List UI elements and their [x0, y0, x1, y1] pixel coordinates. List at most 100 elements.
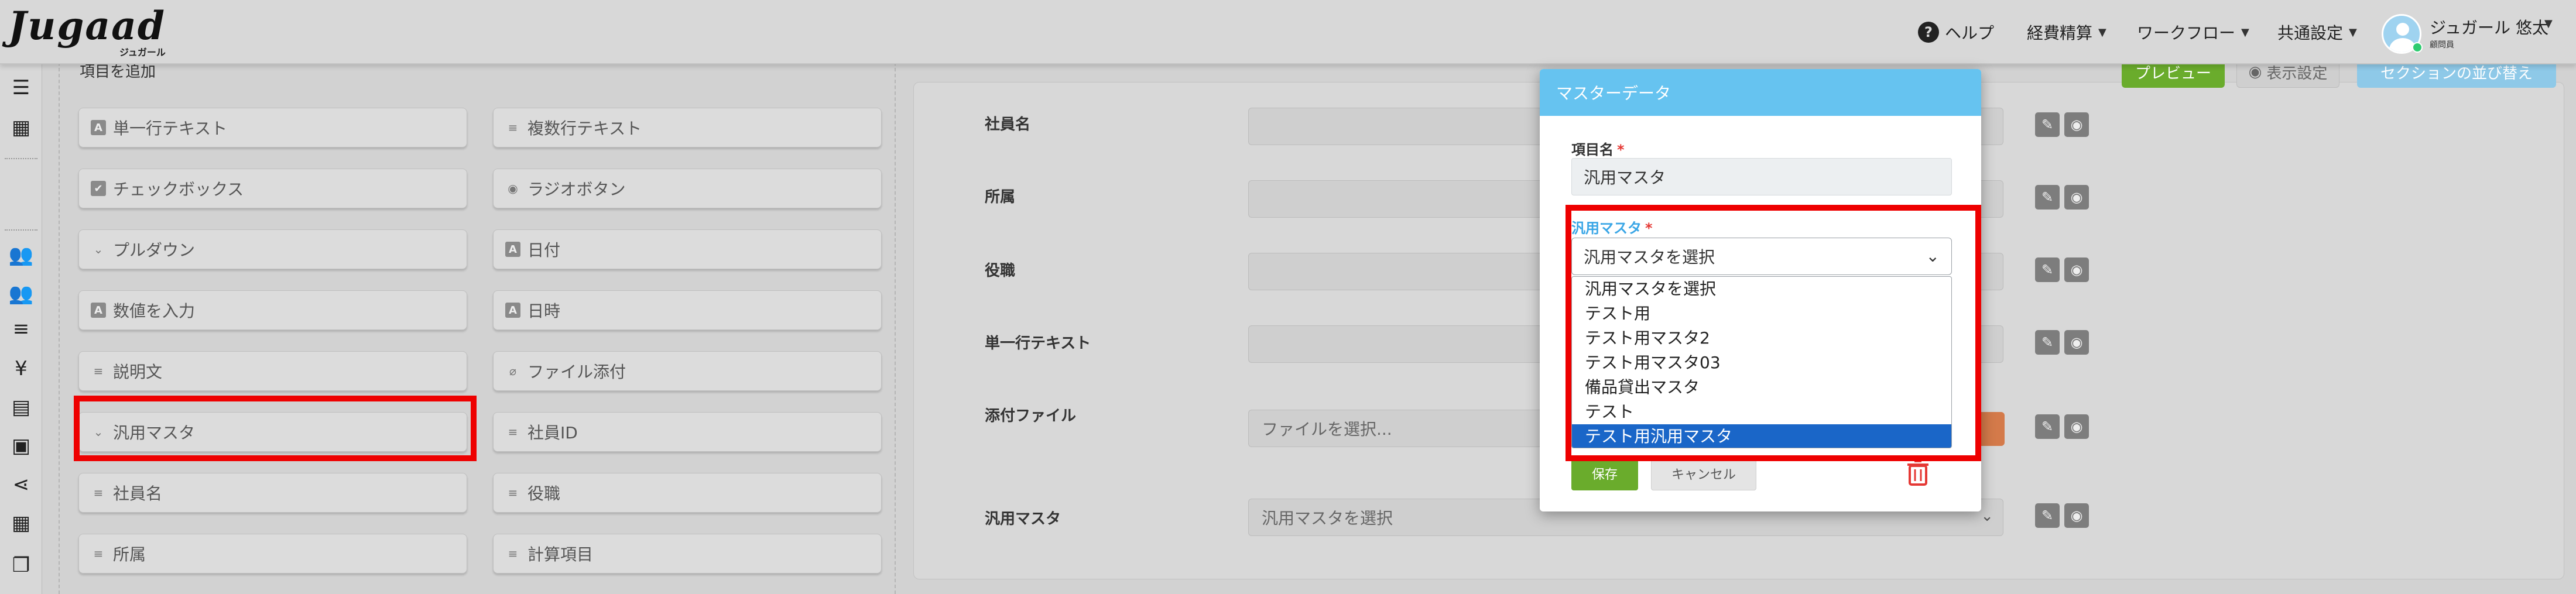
multiline-icon: ≡ [508, 121, 518, 135]
palette-item-label: 役職 [527, 484, 561, 503]
dropdown-option[interactable]: テスト用汎用マスタ [1572, 424, 1951, 448]
palette-item-label: プルダウン [113, 241, 196, 260]
palette-item[interactable]: ≡ 計算項目 [493, 534, 882, 574]
nav-help-label: ヘルプ [1945, 23, 1995, 43]
palette-item[interactable]: ✔ チェックボックス [78, 169, 467, 208]
online-status-dot [2412, 42, 2423, 53]
palette-item[interactable]: A 日時 [493, 290, 882, 330]
caret-down-icon: ▼ [2098, 26, 2106, 39]
palette-item-label: 計算項目 [527, 545, 594, 564]
nav-common-settings[interactable]: 共通設定 ▼ [2277, 0, 2357, 64]
field-name-label: 項目名 * [1571, 138, 1625, 159]
file-browse-button[interactable] [1979, 412, 2005, 446]
palette-item[interactable]: A 単一行テキスト [78, 108, 467, 147]
lines-icon: ≡ [508, 486, 518, 500]
palette-item-label: 社員ID [527, 423, 578, 442]
users-icon[interactable]: 👥 [9, 243, 33, 267]
user-menu-caret-icon[interactable]: ▼ [2544, 18, 2553, 30]
master-select-value: 汎用マスタを選択 [1584, 248, 1715, 267]
app-logo[interactable]: Jugaad ジュガール [8, 4, 166, 60]
user-name[interactable]: ジュガール 悠太 [2430, 15, 2548, 39]
nav-workflow[interactable]: ワークフロー ▼ [2137, 0, 2249, 64]
menu-collapse-icon[interactable]: ☰ [9, 76, 33, 99]
chevron-down-icon: ⌄ [1926, 246, 1940, 266]
report-icon[interactable]: ▣ [9, 434, 33, 458]
share-icon[interactable]: ⋖ [9, 473, 33, 496]
editor-row-label: 社員名 [985, 116, 1031, 133]
icon-sidebar: ☰ ▦ 👥 👥 ≡ ¥ ▤ ▣ ⋖ ▦ ❐ [0, 64, 42, 594]
palette-item[interactable]: ⌄ プルダウン [78, 229, 467, 269]
users-group-icon[interactable]: 👥 [9, 282, 33, 305]
eye-icon: ◉ [2248, 63, 2262, 81]
chevron-down-icon: ⌄ [93, 242, 104, 256]
nav-help[interactable]: ? ヘルプ [1918, 0, 1994, 64]
palette-item[interactable]: ≡ 所属 [78, 534, 467, 574]
dropdown-option[interactable]: 汎用マスタを選択 [1572, 277, 1951, 301]
edit-icon[interactable]: ✎ [2035, 414, 2060, 439]
chevron-down-icon: ⌄ [93, 425, 104, 439]
checkbox-icon: ✔ [91, 181, 106, 196]
master-dropdown-list[interactable]: 汎用マスタを選択 テスト用 テスト用マスタ2 テスト用マスタ03 備品貸出マスタ テストテ… [1571, 276, 1952, 448]
eye-icon[interactable]: ◉ [2064, 503, 2089, 528]
palette-item[interactable]: ≡ 複数行テキスト [493, 108, 882, 147]
sidebar-divider [5, 158, 37, 159]
dropdown-option[interactable]: テスト [1572, 400, 1951, 424]
edit-icon[interactable]: ✎ [2035, 503, 2060, 528]
palette-item[interactable]: ⌀ ファイル添付 [493, 351, 882, 391]
required-mark: * [1617, 142, 1625, 158]
palette-item[interactable]: ≡ 社員ID [493, 412, 882, 452]
master-row-select-value: 汎用マスタを選択 [1262, 509, 1393, 528]
trash-icon[interactable] [1906, 460, 1930, 487]
required-mark: * [1645, 220, 1653, 236]
yen-icon[interactable]: ¥ [9, 357, 33, 380]
field-name-input[interactable]: 汎用マスタ [1571, 158, 1952, 195]
cancel-button[interactable]: キャンセル [1651, 456, 1756, 490]
palette-item[interactable]: A 数値を入力 [78, 290, 467, 330]
palette-item[interactable]: ≡ 説明文 [78, 351, 467, 391]
lines-icon: ≡ [93, 547, 104, 561]
edit-icon[interactable]: ✎ [2035, 257, 2060, 282]
chevron-down-icon: ⌄ [1981, 507, 1993, 525]
nav-common-settings-label: 共通設定 [2277, 23, 2344, 43]
eye-icon[interactable]: ◉ [2064, 185, 2089, 210]
edit-icon[interactable]: ✎ [2035, 330, 2060, 355]
palette-item[interactable]: ⌄ 汎用マスタ [78, 412, 467, 452]
palette-item-label: 日付 [527, 241, 561, 260]
dropdown-option[interactable]: テスト用マスタ2 [1572, 326, 1951, 351]
palette-item-label: ファイル添付 [527, 362, 626, 382]
palette-item[interactable]: ≡ 役職 [493, 473, 882, 513]
palette-item-label: 単一行テキスト [113, 119, 228, 138]
building-icon[interactable]: ▦ [9, 116, 33, 139]
eye-icon[interactable]: ◉ [2064, 330, 2089, 355]
dropdown-option[interactable]: テスト用 [1572, 301, 1951, 326]
eye-icon[interactable]: ◉ [2064, 414, 2089, 439]
user-role: 顧問員 [2430, 40, 2454, 50]
logo-text: Jugaad [8, 3, 166, 49]
eye-icon[interactable]: ◉ [2064, 257, 2089, 282]
master-select[interactable]: 汎用マスタを選択 ⌄ [1571, 238, 1952, 275]
nav-expense[interactable]: 経費精算 ▼ [2027, 0, 2106, 64]
palette-item[interactable]: ≡ 社員名 [78, 473, 467, 513]
palette-item-label: 日時 [527, 301, 561, 321]
list-icon[interactable]: ≡ [9, 317, 33, 341]
caret-down-icon: ▼ [2349, 26, 2357, 39]
radio-icon: ◉ [508, 181, 518, 195]
top-header: Jugaad ジュガール ? ヘルプ 経費精算 ▼ ワークフロー ▼ 共通設定 … [0, 0, 2576, 64]
editor-row-label: 汎用マスタ [985, 510, 1061, 528]
copy-icon[interactable]: ❐ [9, 554, 33, 577]
table-icon[interactable]: ▦ [9, 511, 33, 535]
editor-row-label: 添付ファイル [985, 407, 1077, 425]
caret-down-icon: ▼ [2241, 26, 2249, 39]
eye-icon[interactable]: ◉ [2064, 112, 2089, 137]
text-box-icon: A [505, 242, 520, 257]
dropdown-option[interactable]: テスト用マスタ03 [1572, 351, 1951, 375]
palette-item[interactable]: A 日付 [493, 229, 882, 269]
edit-icon[interactable]: ✎ [2035, 185, 2060, 210]
save-button[interactable]: 保存 [1571, 456, 1638, 490]
editor-row-label: 所属 [985, 188, 1016, 206]
palette-item[interactable]: ◉ ラジオボタン [493, 169, 882, 208]
dropdown-option[interactable]: 備品貸出マスタ [1572, 375, 1951, 400]
edit-icon[interactable]: ✎ [2035, 112, 2060, 137]
help-icon: ? [1918, 22, 1939, 43]
document-icon[interactable]: ▤ [9, 396, 33, 419]
